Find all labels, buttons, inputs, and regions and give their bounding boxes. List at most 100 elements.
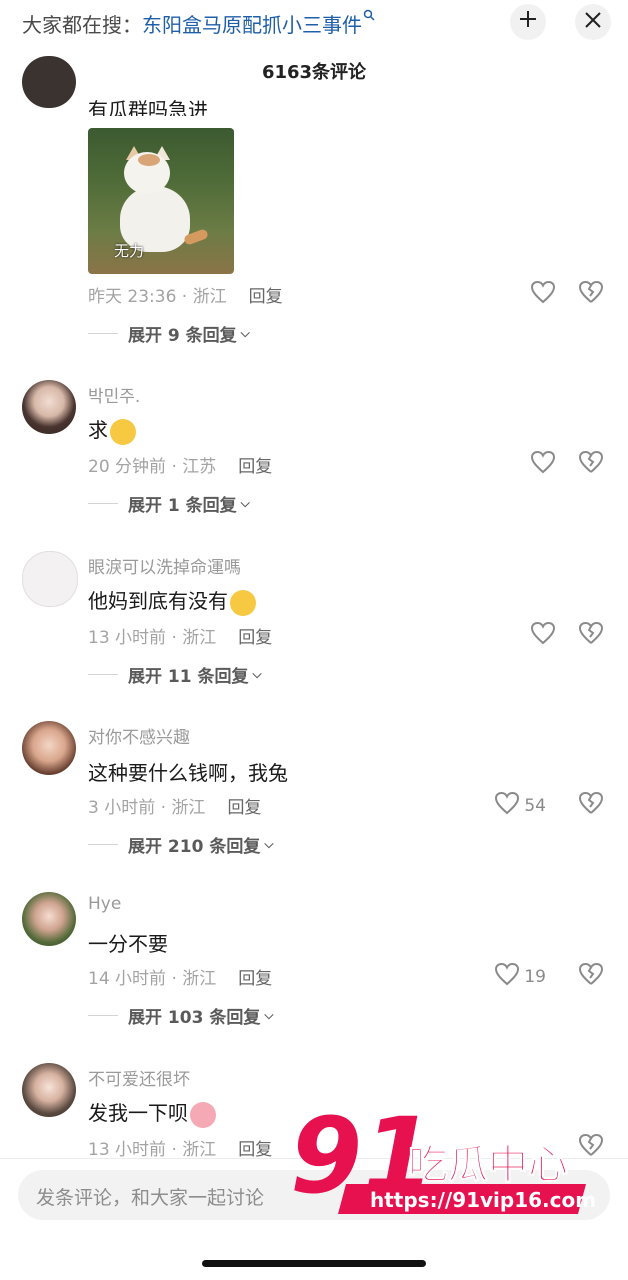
like-count: 54: [524, 795, 546, 816]
username[interactable]: 眼淚可以洗掉命運嗎: [88, 553, 241, 578]
chevron-down-icon: ⌵: [264, 837, 274, 851]
broken-heart-icon: [578, 962, 604, 990]
divider: [88, 503, 118, 504]
comment-meta: 3 小时前 · 浙江 回复: [88, 793, 261, 818]
chevron-down-icon: ⌵: [240, 496, 250, 510]
comment-text-content: 求: [88, 418, 108, 442]
reply-button[interactable]: 回复: [238, 969, 272, 989]
expand-replies-label: 展开 103 条回复: [128, 1008, 261, 1028]
username[interactable]: 对你不感兴趣: [88, 723, 190, 748]
divider: [88, 844, 118, 845]
divider: [88, 333, 118, 334]
expand-replies-button[interactable]: 展开 210 条回复 ⌵: [88, 832, 273, 857]
like-button[interactable]: [530, 621, 556, 650]
username[interactable]: 박민주.: [88, 382, 140, 407]
time-location: 昨天 23:36 · 浙江: [88, 287, 227, 307]
comment-text: 他妈到底有没有: [88, 585, 256, 616]
watermark-logo: 91 吃瓜中心 https://91vip16.com: [290, 1095, 620, 1230]
avatar[interactable]: [22, 56, 76, 108]
search-prefix: 大家都在搜：: [22, 13, 142, 37]
broken-heart-icon: [578, 791, 604, 819]
crying-emoji-icon: [230, 589, 256, 616]
expand-replies-button[interactable]: 展开 1 条回复 ⌵: [88, 491, 250, 516]
search-icon: [363, 9, 375, 25]
expand-replies-button[interactable]: 展开 103 条回复 ⌵: [88, 1003, 273, 1028]
like-count: 19: [524, 966, 546, 987]
dislike-button[interactable]: [578, 791, 604, 819]
comment-meta: 13 小时前 · 浙江 回复: [88, 623, 272, 648]
dislike-button[interactable]: [578, 621, 604, 649]
svg-text:吃瓜中心: 吃瓜中心: [408, 1142, 568, 1188]
username[interactable]: Hye: [88, 894, 121, 914]
avatar[interactable]: [22, 380, 76, 434]
expand-replies-button[interactable]: 展开 9 条回复 ⌵: [88, 321, 250, 346]
comment-text: 有瓜群吗急进: [88, 98, 208, 116]
time-location: 14 小时前 · 浙江: [88, 969, 217, 989]
reply-button[interactable]: 回复: [238, 457, 272, 477]
comment-text: 求: [88, 414, 136, 445]
chevron-down-icon: ⌵: [264, 1008, 274, 1022]
divider: [88, 1015, 118, 1016]
time-location: 3 小时前 · 浙江: [88, 798, 206, 818]
expand-replies-label: 展开 9 条回复: [128, 326, 237, 346]
like-button[interactable]: [530, 450, 556, 479]
expand-replies-label: 展开 1 条回复: [128, 496, 237, 516]
comment-text: 发我一下呗: [88, 1097, 216, 1128]
comment-text-content: 发我一下呗: [88, 1101, 188, 1125]
watermark-url: https://91vip16.com: [370, 1188, 596, 1212]
dislike-button[interactable]: [578, 450, 604, 478]
pleading-emoji-icon: [110, 418, 136, 445]
expand-replies-button[interactable]: 展开 11 条回复 ⌵: [88, 662, 262, 687]
search-suggestion[interactable]: 大家都在搜：东阳盒马原配抓小三事件: [22, 9, 375, 38]
heart-icon: [530, 280, 556, 309]
comment-meta: 20 分钟前 · 江苏 回复: [88, 452, 272, 477]
comment-count: 6163条评论: [261, 62, 367, 83]
like-button[interactable]: 54: [494, 791, 546, 820]
collapse-button[interactable]: [510, 4, 546, 40]
username[interactable]: 不可爱还很坏: [88, 1065, 190, 1090]
heart-icon: [530, 621, 556, 650]
comment-meta: 13 小时前 · 浙江 回复: [88, 1135, 272, 1160]
reply-button[interactable]: 回复: [249, 287, 283, 307]
comment-meta: 昨天 23:36 · 浙江 回复: [88, 282, 283, 307]
search-query-link[interactable]: 东阳盒马原配抓小三事件: [142, 13, 362, 37]
broken-heart-icon: [578, 621, 604, 649]
divider: [88, 674, 118, 675]
comment-input-placeholder: 发条评论，和大家一起讨论: [36, 1187, 265, 1209]
reply-button[interactable]: 回复: [238, 1140, 272, 1160]
broken-heart-icon: [578, 450, 604, 478]
collapse-icon: [518, 9, 538, 35]
comment-text-content: 他妈到底有没有: [88, 589, 228, 613]
comment-text: 一分不要: [88, 932, 168, 956]
expand-replies-label: 展开 210 条回复: [128, 837, 261, 857]
time-location: 13 小时前 · 浙江: [88, 628, 217, 648]
dislike-button[interactable]: [578, 962, 604, 990]
close-icon: [584, 10, 602, 35]
like-button[interactable]: [530, 280, 556, 309]
comment-meta: 14 小时前 · 浙江 回复: [88, 964, 272, 989]
close-button[interactable]: [575, 4, 611, 40]
avatar[interactable]: [22, 721, 76, 775]
cat-sticker-image[interactable]: 无力: [88, 128, 234, 274]
avatar[interactable]: [22, 892, 76, 946]
comment-text: 这种要什么钱啊，我兔: [88, 761, 288, 785]
broken-heart-icon: [578, 280, 604, 308]
cat-patch: [138, 154, 160, 166]
avatar[interactable]: [22, 1063, 76, 1117]
like-button[interactable]: 19: [494, 962, 546, 991]
pig-emoji-icon: [190, 1101, 216, 1128]
heart-icon: [494, 791, 520, 820]
home-indicator: [202, 1260, 426, 1267]
time-location: 13 小时前 · 浙江: [88, 1140, 217, 1160]
expand-replies-label: 展开 11 条回复: [128, 667, 249, 687]
heart-icon: [494, 962, 520, 991]
time-location: 20 分钟前 · 江苏: [88, 457, 217, 477]
search-suggestion-bar: 大家都在搜：东阳盒马原配抓小三事件: [0, 0, 628, 46]
chevron-down-icon: ⌵: [252, 667, 262, 681]
sticker-caption: 无力: [114, 242, 145, 260]
reply-button[interactable]: 回复: [227, 798, 261, 818]
dislike-button[interactable]: [578, 280, 604, 308]
reply-button[interactable]: 回复: [238, 628, 272, 648]
chevron-down-icon: ⌵: [240, 326, 250, 340]
avatar[interactable]: [22, 551, 78, 607]
